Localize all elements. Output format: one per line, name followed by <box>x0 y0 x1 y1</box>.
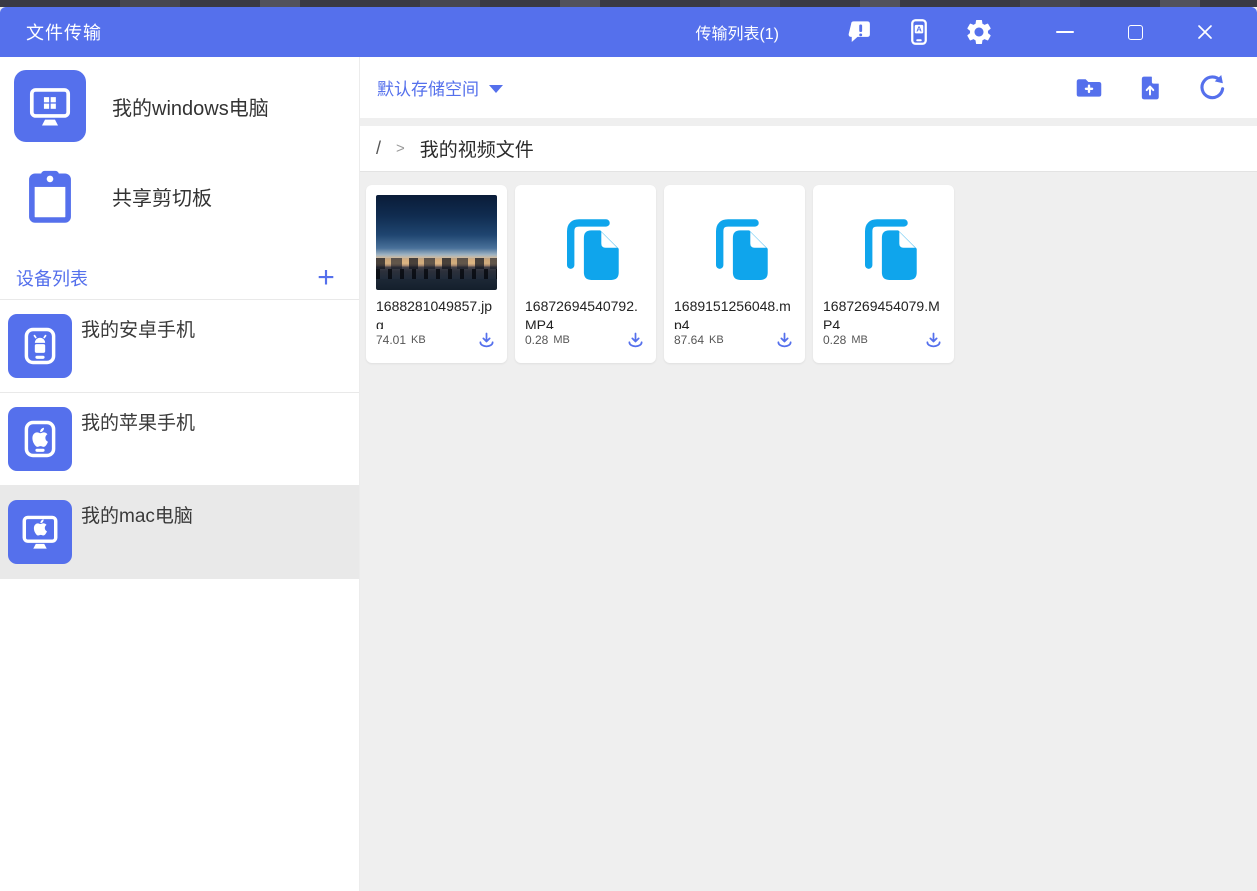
mac-computer-icon <box>8 500 72 564</box>
file-grid: 1688281049857.jpg 74.01 KB 1687269454079… <box>360 172 1257 891</box>
file-name: 1688281049857.jpg <box>376 298 493 329</box>
close-button[interactable] <box>1179 14 1231 50</box>
file-card[interactable]: 1687269454079.MP4 0.28 MB <box>813 185 954 363</box>
device-label: 我的苹果手机 <box>81 413 196 434</box>
storage-space-label: 默认存储空间 <box>377 80 479 99</box>
device-row-iphone[interactable]: 我的苹果手机 <box>0 393 359 486</box>
svg-text:A: A <box>916 25 922 34</box>
upload-file-icon <box>1141 76 1159 99</box>
download-button[interactable] <box>773 329 795 351</box>
file-size-unit: KB <box>411 334 426 346</box>
background-window-strip <box>0 0 1257 7</box>
storage-space-dropdown[interactable]: 默认存储空间 <box>377 75 503 100</box>
file-size-unit: MB <box>851 334 868 346</box>
file-name: 16872694540792.MP4 <box>525 298 638 329</box>
apple-phone-icon <box>8 407 72 471</box>
minimize-button[interactable] <box>1039 14 1091 50</box>
file-card[interactable]: 1688281049857.jpg 74.01 KB <box>366 185 507 363</box>
clipboard-icon <box>14 160 86 232</box>
file-copy-icon <box>566 218 619 280</box>
file-name: 1689151256048.mp4 <box>674 298 791 329</box>
windows-pc-icon <box>14 70 86 142</box>
phone-cast-icon[interactable]: A <box>903 16 935 48</box>
new-folder-icon <box>1076 78 1102 97</box>
sidebar-item-label: 共享剪切板 <box>112 187 212 210</box>
file-size: 0.28 <box>823 333 847 347</box>
file-size: 87.64 <box>674 333 705 347</box>
sidebar-item-clipboard[interactable]: 共享剪切板 <box>0 160 359 232</box>
new-folder-button[interactable] <box>1073 72 1105 104</box>
breadcrumb-current-folder[interactable]: 我的视频文件 <box>420 135 534 162</box>
file-card[interactable]: 1689151256048.mp4 87.64 KB <box>664 185 805 363</box>
refresh-icon <box>1200 74 1225 99</box>
download-icon <box>777 332 791 347</box>
titlebar: 文件传输 传输列表(1) A <box>0 7 1257 57</box>
sidebar-item-label: 我的windows电脑 <box>112 97 269 120</box>
transfer-list-button[interactable]: 传输列表(1) <box>695 20 779 44</box>
download-button[interactable] <box>475 329 497 351</box>
file-copy-icon <box>864 218 917 280</box>
app-title: 文件传输 <box>26 23 102 43</box>
download-icon <box>479 332 493 347</box>
image-thumbnail <box>376 195 497 290</box>
maximize-icon <box>1127 24 1143 40</box>
file-size-unit: KB <box>709 334 724 346</box>
add-device-button[interactable]: + <box>309 262 343 292</box>
maximize-button[interactable] <box>1109 14 1161 50</box>
main-panel: 默认存储空间 / > 我的视频文件 1688281049857.jpg 74.0… <box>360 57 1257 891</box>
device-row-mac[interactable]: 我的mac电脑 <box>0 486 359 579</box>
breadcrumb-separator: > <box>396 140 405 157</box>
device-label: 我的mac电脑 <box>81 506 193 527</box>
message-alert-icon[interactable] <box>843 16 875 48</box>
storage-toolbar: 默认存储空间 <box>360 57 1257 118</box>
minimize-icon <box>1056 31 1074 33</box>
file-name: 1687269454079.MP4 <box>823 298 940 329</box>
breadcrumb: / > 我的视频文件 <box>360 126 1257 172</box>
close-icon <box>1198 25 1212 39</box>
file-card[interactable]: 16872694540792.MP4 0.28 MB <box>515 185 656 363</box>
settings-gear-icon[interactable] <box>963 16 995 48</box>
upload-file-button[interactable] <box>1134 72 1166 104</box>
device-row-android[interactable]: 我的安卓手机 <box>0 300 359 393</box>
sidebar-item-windows-pc[interactable]: 我的windows电脑 <box>0 70 359 142</box>
divider <box>360 118 1257 126</box>
device-list-header: 设备列表 + <box>0 256 359 300</box>
download-button[interactable] <box>922 329 944 351</box>
file-size: 74.01 <box>376 333 407 347</box>
download-icon <box>926 332 940 347</box>
file-size-unit: MB <box>553 334 570 346</box>
download-button[interactable] <box>624 329 646 351</box>
refresh-button[interactable] <box>1195 72 1227 104</box>
device-label: 我的安卓手机 <box>81 320 196 341</box>
chevron-down-icon <box>489 84 503 93</box>
file-copy-icon <box>715 218 768 280</box>
android-phone-icon <box>8 314 72 378</box>
device-list-title: 设备列表 <box>16 268 88 289</box>
file-size: 0.28 <box>525 333 549 347</box>
sidebar: 我的windows电脑 共享剪切板 设备列表 + 我的安卓手机 我的苹果手机 我… <box>0 57 360 891</box>
download-icon <box>628 332 642 347</box>
breadcrumb-root[interactable]: / <box>376 138 381 159</box>
